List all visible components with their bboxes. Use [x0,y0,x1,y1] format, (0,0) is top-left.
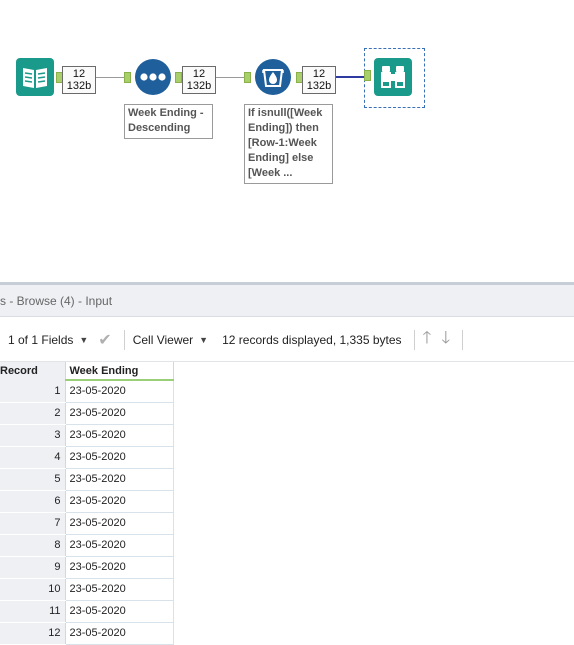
record-number-cell[interactable]: 12 [0,622,66,645]
arrow-up-icon[interactable]: 🡑 [423,325,432,354]
sort-icon [135,59,171,95]
formula-tool[interactable] [254,58,292,96]
record-number-cell[interactable]: 3 [0,424,66,447]
record-number-cell[interactable]: 9 [0,556,66,579]
workflow-canvas[interactable]: 12 132b 12 132b Week Ending - Descending 1… [0,0,574,282]
sort-tool[interactable] [134,58,172,96]
week-ending-cell[interactable]: 23-05-2020 [64,555,174,579]
week-ending-cell[interactable]: 23-05-2020 [64,489,174,513]
chevron-down-icon: ▼ [79,334,89,345]
record-number-cell[interactable]: 4 [0,446,66,469]
browse-icon [374,58,412,96]
input-anchor[interactable] [244,72,251,83]
week-ending-cell[interactable]: 23-05-2020 [64,423,174,447]
record-number-cell[interactable]: 11 [0,600,66,623]
toolbar-divider [462,329,464,350]
input-data-icon [16,58,54,96]
table-row[interactable]: 8 23-05-2020 [0,533,174,557]
week-ending-cell[interactable]: 23-05-2020 [64,511,174,535]
results-grid: Record Week Ending 1 23-05-2020 2 23-05-202… [0,362,174,645]
browse-tool[interactable] [374,58,412,96]
cell-viewer-dropdown[interactable]: Cell Viewer ▼ [133,333,208,347]
week-ending-cell[interactable]: 23-05-2020 [64,621,174,645]
week-ending-cell[interactable]: 23-05-2020 [64,533,174,557]
cell-viewer-label: Cell Viewer [132,332,194,347]
chevron-down-icon: ▼ [199,334,209,345]
table-row[interactable]: 5 23-05-2020 [0,467,174,491]
arrow-down-icon[interactable]: 🡓 [441,325,450,354]
table-row[interactable]: 6 23-05-2020 [0,489,174,513]
table-row[interactable]: 2 23-05-2020 [0,401,174,425]
toolbar-divider [123,329,125,350]
results-title: s - Browse (4) - Input [0,294,113,308]
records-info: 12 records displayed, 1,335 bytes [222,332,402,347]
sort-annotation[interactable]: Week Ending - Descending [124,104,213,139]
input-anchor[interactable] [124,72,131,83]
column-header-record[interactable]: Record [0,362,66,380]
connection-line[interactable] [216,77,244,78]
record-number-cell[interactable]: 10 [0,578,66,601]
output-anchor[interactable] [175,72,182,83]
week-ending-cell[interactable]: 23-05-2020 [64,467,174,491]
table-row[interactable]: 9 23-05-2020 [0,555,174,579]
formula-icon [255,59,291,95]
table-row[interactable]: 10 23-05-2020 [0,577,174,601]
record-number-cell[interactable]: 7 [0,512,66,535]
table-row[interactable]: 3 23-05-2020 [0,423,174,447]
connection-line[interactable] [96,77,124,78]
week-ending-cell[interactable]: 23-05-2020 [64,599,174,623]
results-toolbar: 1 of 1 Fields ▼ ✔ Cell Viewer ▼ 12 recor… [0,318,574,362]
record-number-cell[interactable]: 5 [0,468,66,491]
checkmark-icon[interactable]: ✔ [98,330,111,350]
week-ending-cell[interactable]: 23-05-2020 [64,401,174,425]
record-number-cell[interactable]: 8 [0,534,66,557]
record-count-badge: 12 132b [182,66,216,94]
fields-dropdown[interactable]: 1 of 1 Fields ▼ [8,333,88,347]
table-row[interactable]: 12 23-05-2020 [0,621,174,645]
table-row[interactable]: 4 23-05-2020 [0,445,174,469]
record-number-cell[interactable]: 1 [0,380,66,403]
table-row[interactable]: 1 23-05-2020 [0,379,174,403]
table-row[interactable]: 11 23-05-2020 [0,599,174,623]
week-ending-cell[interactable]: 23-05-2020 [64,577,174,601]
input-anchor[interactable] [364,70,371,81]
table-row[interactable]: 7 23-05-2020 [0,511,174,535]
record-count-badge: 12 132b [302,66,336,94]
week-ending-cell[interactable]: 23-05-2020 [64,445,174,469]
record-count-badge: 12 132b [62,66,96,94]
fields-dropdown-label: 1 of 1 Fields [8,332,74,347]
formula-annotation[interactable]: If isnull([Week Ending]) then [Row-1:Wee… [244,104,333,184]
input-data-tool[interactable] [16,58,54,96]
record-number-cell[interactable]: 6 [0,490,66,513]
results-title-bar: s - Browse (4) - Input [0,285,574,317]
connection-line-selected[interactable] [336,76,364,78]
column-header-week-ending[interactable]: Week Ending [65,362,174,381]
toolbar-divider [413,329,415,350]
week-ending-cell[interactable]: 23-05-2020 [64,379,174,403]
record-number-cell[interactable]: 2 [0,402,66,425]
